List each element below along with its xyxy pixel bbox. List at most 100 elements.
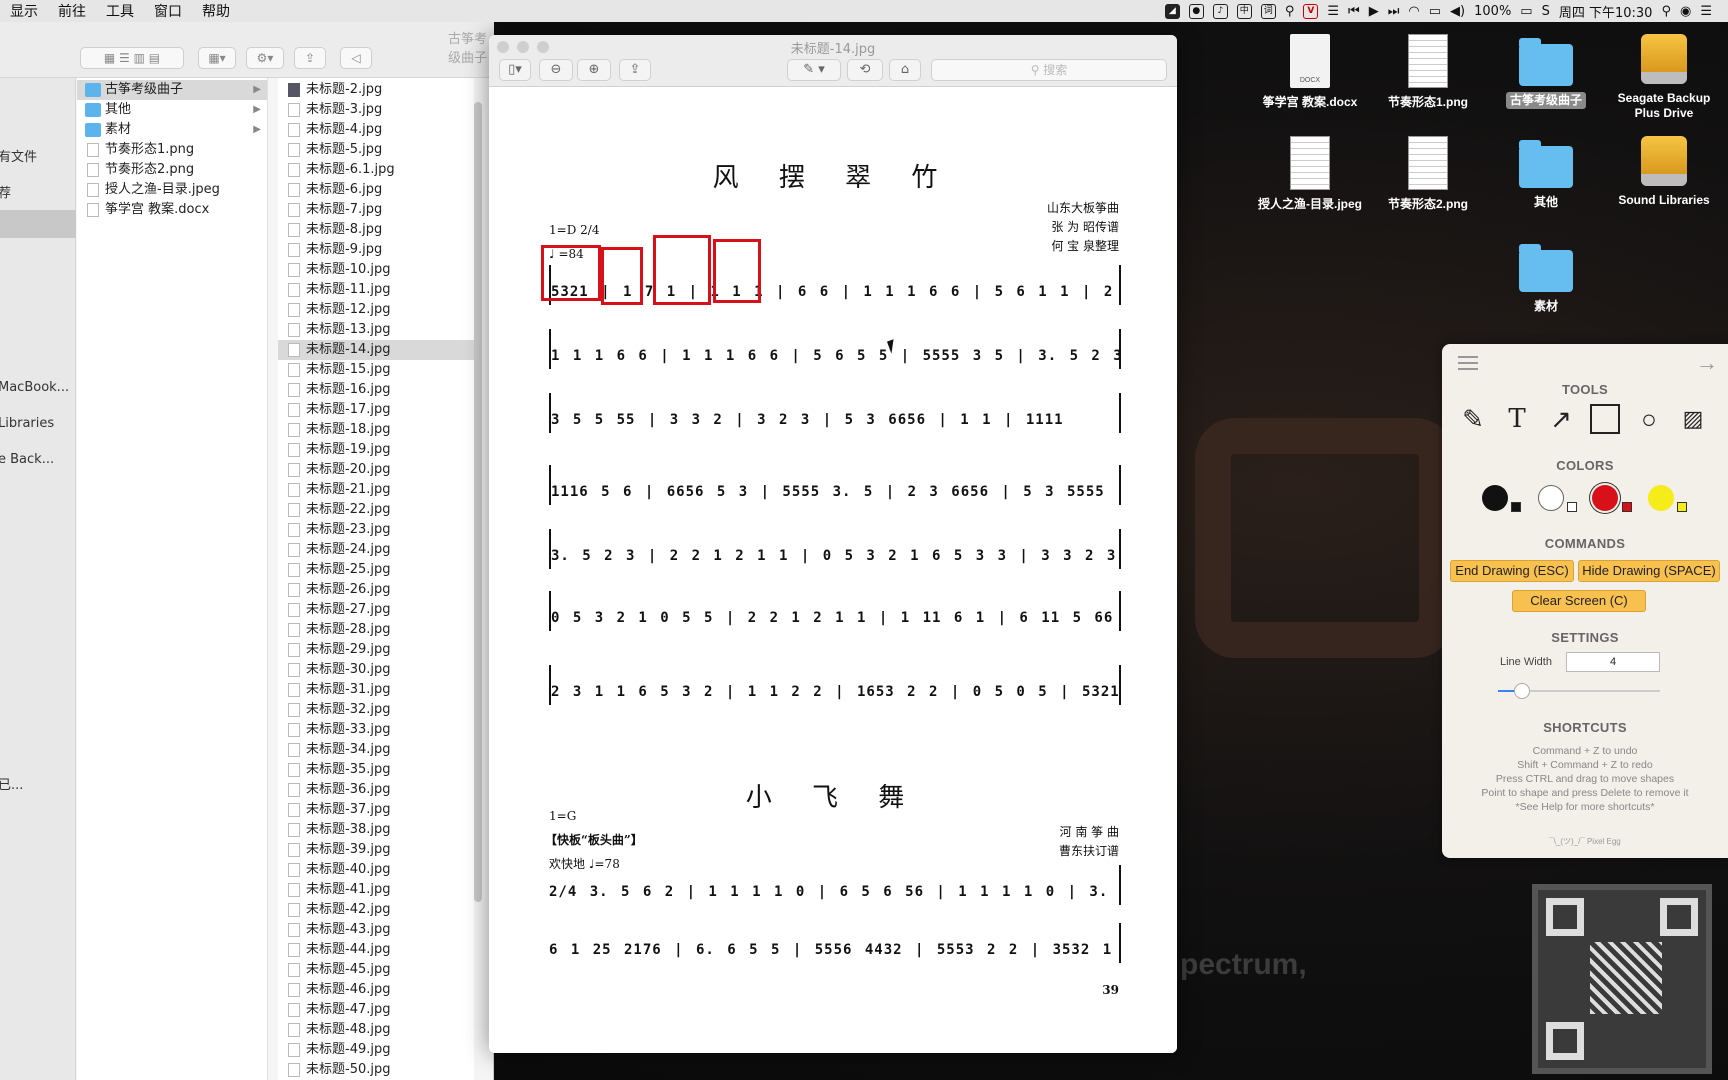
annotation-rectangle[interactable]: [601, 247, 643, 305]
folder-row[interactable]: 素材 ▶: [77, 120, 267, 140]
file-row[interactable]: 未标题-34.jpg: [278, 740, 474, 760]
annotation-rectangle[interactable]: [653, 235, 711, 305]
sidebar-item[interactable]: MacBook...: [0, 380, 69, 395]
clock[interactable]: 周四 下午10:30: [1559, 2, 1653, 21]
file-row[interactable]: 未标题-23.jpg: [278, 520, 474, 540]
rectangle-icon[interactable]: [1590, 404, 1620, 434]
desktop-icon-folder[interactable]: 古筝考级曲子: [1486, 34, 1606, 109]
circle-icon[interactable]: ○: [1634, 404, 1664, 434]
pen-icon[interactable]: ✎: [1458, 404, 1488, 434]
color-swatch-yellow[interactable]: [1648, 485, 1674, 511]
file-row[interactable]: 未标题-38.jpg: [278, 820, 474, 840]
search-field[interactable]: ⚲ 搜索: [931, 59, 1167, 81]
battery-icon[interactable]: ▭: [1520, 4, 1532, 19]
sidebar-item[interactable]: 已...: [0, 774, 23, 793]
file-row[interactable]: 未标题-17.jpg: [278, 400, 474, 420]
line-width-input[interactable]: 4: [1566, 652, 1660, 672]
file-row[interactable]: 未标题-15.jpg: [278, 360, 474, 380]
file-row[interactable]: 未标题-11.jpg: [278, 280, 474, 300]
file-row[interactable]: 未标题-5.jpg: [278, 140, 474, 160]
file-row[interactable]: 未标题-2.jpg: [278, 80, 474, 100]
file-row[interactable]: 未标题-3.jpg: [278, 100, 474, 120]
action-gear-icon[interactable]: ⚙▾: [246, 47, 284, 69]
file-row[interactable]: 未标题-37.jpg: [278, 800, 474, 820]
collapse-arrow-icon[interactable]: →: [1696, 350, 1718, 376]
search-status-icon[interactable]: ⚲: [1285, 4, 1295, 19]
input-method-alt-icon[interactable]: 词: [1260, 3, 1276, 19]
file-row[interactable]: 未标题-13.jpg: [278, 320, 474, 340]
file-row[interactable]: 未标题-41.jpg: [278, 880, 474, 900]
spotlight-icon[interactable]: ⚲: [1661, 4, 1671, 19]
zoom-in-icon[interactable]: ⊕: [577, 59, 611, 81]
file-row[interactable]: 未标题-16.jpg: [278, 380, 474, 400]
desktop-icon-drive[interactable]: Seagate Backup Plus Drive: [1604, 34, 1724, 122]
file-row[interactable]: 未标题-25.jpg: [278, 560, 474, 580]
color-swatch-white-fill[interactable]: [1567, 502, 1577, 512]
image-icon[interactable]: ▨: [1678, 404, 1708, 434]
file-row[interactable]: 未标题-39.jpg: [278, 840, 474, 860]
folder-row[interactable]: 古筝考级曲子 ▶: [77, 80, 267, 100]
file-row[interactable]: 未标题-12.jpg: [278, 300, 474, 320]
hide-drawing-button[interactable]: Hide Drawing (SPACE): [1578, 560, 1720, 582]
color-swatch-red-fill[interactable]: [1622, 502, 1632, 512]
file-row[interactable]: 未标题-20.jpg: [278, 460, 474, 480]
document-title[interactable]: 未标题-14.jpg: [489, 38, 1177, 57]
file-row[interactable]: 未标题-28.jpg: [278, 620, 474, 640]
file-row[interactable]: 未标题-45.jpg: [278, 960, 474, 980]
view-mode-control[interactable]: ▦ ☰ ▥ ▤: [80, 47, 184, 69]
file-row[interactable]: 未标题-14.jpg: [278, 340, 474, 360]
file-row[interactable]: 未标题-44.jpg: [278, 940, 474, 960]
file-row[interactable]: 授人之渔-目录.jpeg: [77, 180, 267, 200]
file-row[interactable]: 筝学宫 教案.docx: [77, 200, 267, 220]
desktop-icon-drive[interactable]: Sound Libraries: [1604, 136, 1724, 209]
tag-icon[interactable]: ◁: [340, 47, 372, 69]
desktop-icon-folder[interactable]: 素材: [1486, 240, 1606, 315]
file-row[interactable]: 未标题-18.jpg: [278, 420, 474, 440]
scroll-app-icon[interactable]: S: [1542, 4, 1550, 19]
file-row[interactable]: 未标题-43.jpg: [278, 920, 474, 940]
scrollbar[interactable]: [474, 102, 482, 902]
volume-icon[interactable]: ◀): [1450, 4, 1465, 19]
toolbox-icon[interactable]: ⌂: [889, 59, 921, 81]
sidebar-item[interactable]: e Back...: [0, 452, 54, 467]
microphone-icon[interactable]: ♪: [1212, 3, 1228, 19]
file-row[interactable]: 未标题-35.jpg: [278, 760, 474, 780]
previous-track-icon[interactable]: ⏮: [1348, 4, 1360, 19]
list-icon[interactable]: ☰: [1327, 4, 1339, 19]
file-row[interactable]: 未标题-21.jpg: [278, 480, 474, 500]
next-track-icon[interactable]: ⏭: [1388, 4, 1400, 19]
play-icon[interactable]: ▶: [1369, 4, 1379, 19]
color-swatch-red[interactable]: [1592, 485, 1618, 511]
color-swatch-white[interactable]: [1538, 485, 1564, 511]
sidebar-toggle-icon[interactable]: ▯▾: [499, 59, 531, 81]
file-row[interactable]: 未标题-40.jpg: [278, 860, 474, 880]
app-status-icon[interactable]: ◢: [1164, 3, 1180, 19]
file-row[interactable]: 未标题-24.jpg: [278, 540, 474, 560]
file-row[interactable]: 未标题-10.jpg: [278, 260, 474, 280]
file-row[interactable]: 未标题-42.jpg: [278, 900, 474, 920]
menu-item[interactable]: 显示: [0, 1, 48, 21]
text-icon[interactable]: T: [1502, 404, 1532, 434]
color-swatch-black-fill[interactable]: [1511, 502, 1521, 512]
color-swatch-yellow-fill[interactable]: [1677, 502, 1687, 512]
file-row[interactable]: 未标题-4.jpg: [278, 120, 474, 140]
desktop-icon-image[interactable]: 节奏形态1.png: [1368, 34, 1488, 111]
menu-item[interactable]: 工具: [96, 1, 144, 21]
file-row[interactable]: 未标题-36.jpg: [278, 780, 474, 800]
siri-icon[interactable]: ◉: [1680, 4, 1691, 19]
file-row[interactable]: 未标题-27.jpg: [278, 600, 474, 620]
arrow-icon[interactable]: ↗: [1546, 404, 1576, 434]
color-swatch-black[interactable]: [1482, 485, 1508, 511]
menu-icon[interactable]: [1458, 356, 1478, 370]
menu-item[interactable]: 帮助: [192, 1, 240, 21]
annotation-rectangle[interactable]: [713, 239, 761, 303]
file-row[interactable]: 未标题-9.jpg: [278, 240, 474, 260]
file-row[interactable]: 未标题-33.jpg: [278, 720, 474, 740]
share-icon[interactable]: ⇪: [294, 47, 326, 69]
file-row[interactable]: 未标题-46.jpg: [278, 980, 474, 1000]
sidebar-item[interactable]: Libraries: [0, 416, 54, 431]
file-row[interactable]: 未标题-19.jpg: [278, 440, 474, 460]
desktop-icon-image[interactable]: 授人之渔-目录.jpeg: [1250, 136, 1370, 213]
file-row[interactable]: 未标题-6.jpg: [278, 180, 474, 200]
notification-center-icon[interactable]: ☰: [1700, 4, 1712, 19]
